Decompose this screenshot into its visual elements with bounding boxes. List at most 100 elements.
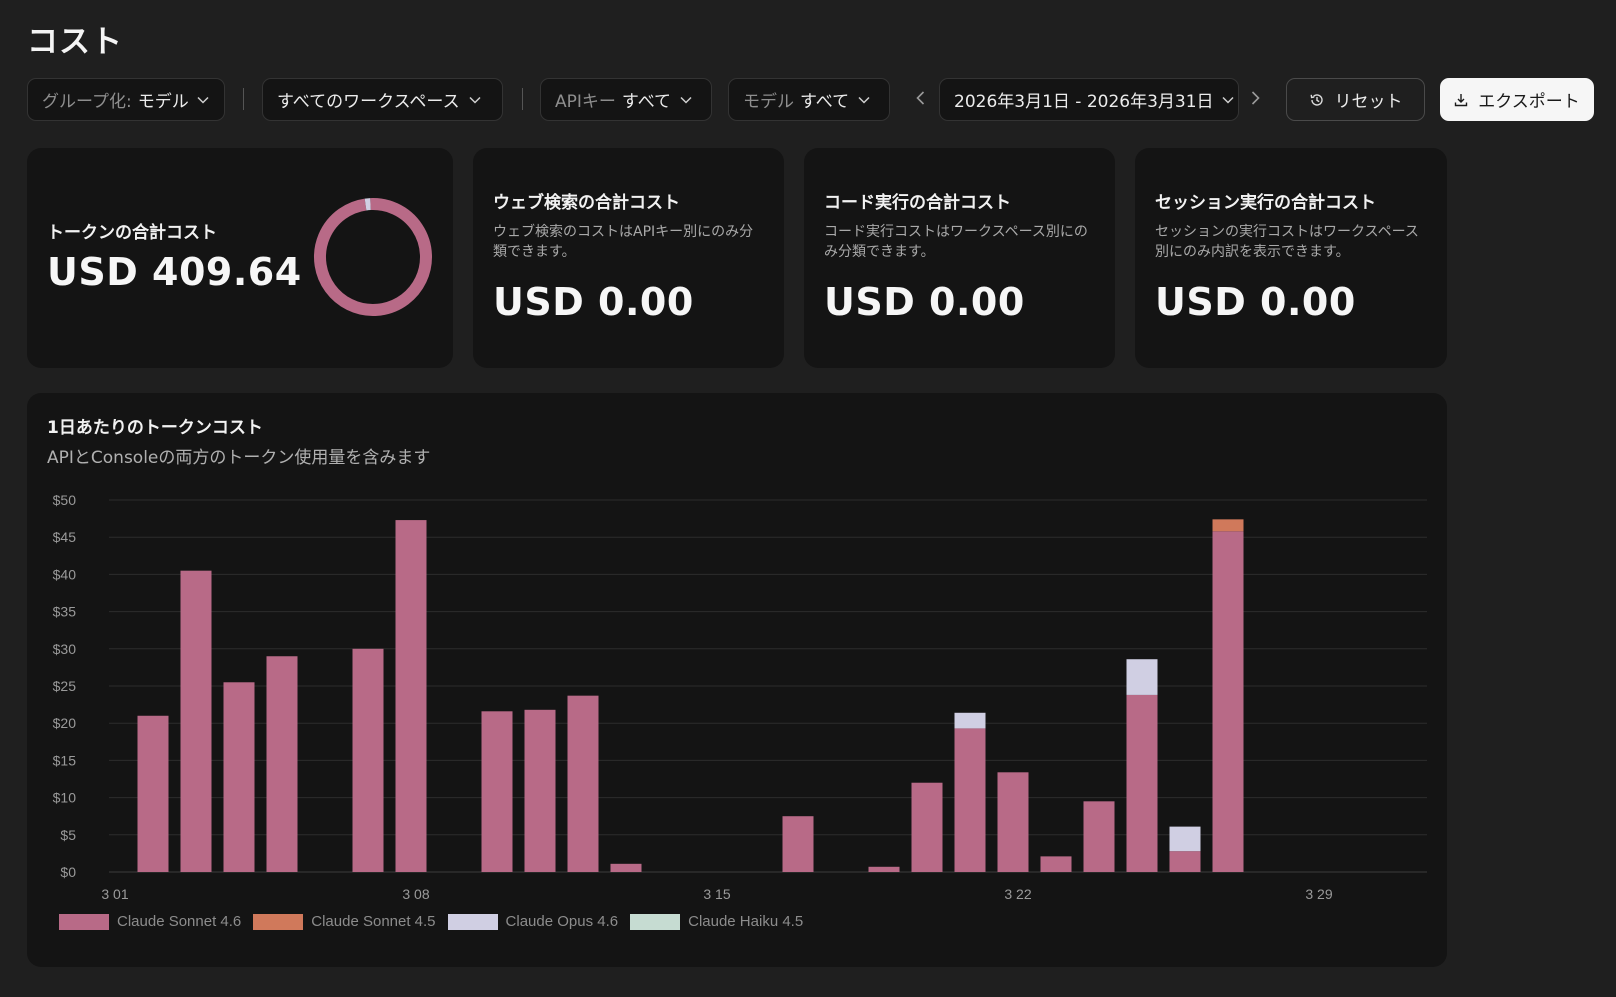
token-cost-value: USD 409.64	[47, 250, 302, 294]
bar-segment[interactable]	[1126, 694, 1158, 872]
toolbar-divider	[522, 88, 523, 110]
bar-segment[interactable]	[223, 682, 255, 872]
bar-segment[interactable]	[180, 570, 212, 872]
code-execution-value: USD 0.00	[824, 280, 1025, 324]
legend-item[interactable]: Claude Sonnet 4.5	[253, 913, 436, 930]
toolbar-divider	[243, 88, 244, 110]
legend-item[interactable]: Claude Haiku 4.5	[630, 913, 803, 930]
y-tick-label: $35	[53, 604, 77, 620]
chart-subtitle: APIとConsoleの両方のトークン使用量を含みます	[47, 448, 431, 468]
legend-label: Claude Sonnet 4.5	[311, 913, 436, 930]
chevron-right-icon	[1251, 90, 1260, 109]
reset-button[interactable]: リセット	[1286, 78, 1425, 121]
legend-swatch	[253, 913, 304, 930]
filter-toolbar: グループ化: モデル すべてのワークスペース APIキー すべて モデル すべて…	[27, 78, 1597, 123]
x-tick-label: 3 29	[1305, 886, 1332, 902]
bar-segment[interactable]	[1126, 659, 1158, 695]
bar-segment[interactable]	[137, 715, 169, 872]
token-cost-title: トークンの合計コスト	[47, 223, 217, 243]
export-button[interactable]: エクスポート	[1440, 78, 1594, 121]
bar-segment[interactable]	[352, 648, 384, 872]
code-execution-description: コード実行コストはワークスペース別にのみ分類できます。	[824, 224, 1088, 260]
web-search-title: ウェブ検索の合計コスト	[493, 193, 680, 213]
bar-segment[interactable]	[1212, 519, 1244, 532]
session-execution-title: セッション実行の合計コスト	[1155, 193, 1376, 213]
web-search-cost-card: ウェブ検索の合計コスト ウェブ検索のコストはAPIキー別にのみ分類できます。 U…	[473, 148, 784, 368]
session-execution-cost-card: セッション実行の合計コスト セッションの実行コストはワークスペース別にのみ内訳を…	[1135, 148, 1447, 368]
y-tick-label: $50	[53, 492, 77, 508]
legend-label: Claude Sonnet 4.6	[117, 913, 242, 930]
workspace-dropdown[interactable]: すべてのワークスペース	[262, 78, 503, 121]
bar-segment[interactable]	[997, 772, 1029, 872]
model-dropdown[interactable]: モデル すべて	[728, 78, 890, 121]
legend-item[interactable]: Claude Sonnet 4.6	[59, 913, 241, 930]
api-key-label: APIキー	[555, 92, 616, 112]
group-by-value: モデル	[137, 92, 189, 112]
model-label: モデル	[743, 92, 794, 112]
model-share-donut	[314, 198, 432, 316]
code-execution-title: コード実行の合計コスト	[824, 193, 1011, 213]
history-icon	[1309, 92, 1325, 108]
bar-segment[interactable]	[1040, 856, 1072, 872]
next-period-button[interactable]	[1245, 78, 1265, 121]
reset-label: リセット	[1334, 92, 1403, 112]
legend-swatch	[447, 913, 498, 930]
y-tick-label: $25	[53, 678, 77, 694]
bar-segment[interactable]	[524, 709, 556, 872]
legend-swatch	[630, 913, 681, 930]
chevron-down-icon	[197, 93, 210, 107]
previous-period-button[interactable]	[910, 78, 930, 121]
bar-segment[interactable]	[954, 728, 986, 872]
legend-item[interactable]: Claude Opus 4.6	[447, 913, 619, 930]
session-execution-value: USD 0.00	[1155, 280, 1356, 324]
chevron-down-icon	[1222, 93, 1234, 107]
chevron-down-icon	[679, 93, 693, 107]
x-tick-label: 3 01	[101, 886, 128, 902]
chart-bars	[137, 519, 1244, 872]
x-tick-label: 3 22	[1004, 886, 1031, 902]
x-tick-label: 3 15	[703, 886, 730, 902]
y-tick-label: $45	[53, 529, 77, 545]
y-tick-label: $15	[53, 752, 77, 768]
bar-segment[interactable]	[481, 711, 513, 872]
api-key-value: すべて	[621, 92, 672, 112]
y-tick-label: $10	[53, 790, 77, 806]
bar-segment[interactable]	[1083, 801, 1115, 872]
bar-segment[interactable]	[1169, 826, 1201, 852]
page-title: コスト	[27, 24, 123, 60]
bar-segment[interactable]	[395, 520, 427, 872]
group-by-label: グループ化:	[42, 92, 132, 112]
group-by-dropdown[interactable]: グループ化: モデル	[27, 78, 225, 121]
donut-segment	[314, 198, 432, 316]
chart-title: 1日あたりのトークンコスト	[47, 418, 263, 438]
token-cost-card: トークンの合計コスト USD 409.64	[27, 148, 453, 368]
bar-segment[interactable]	[610, 863, 642, 872]
daily-token-cost-chart: $0 $5 $10 $15 $20 $25 $30 $35 $40 $45 $50 3 01 3 08 3…	[53, 492, 1427, 902]
date-range-picker[interactable]: 2026年3月1日 - 2026年3月31日	[939, 78, 1239, 121]
web-search-value: USD 0.00	[493, 280, 694, 324]
chevron-down-icon	[468, 93, 482, 107]
bar-segment[interactable]	[1212, 531, 1244, 872]
bar-segment[interactable]	[868, 866, 900, 872]
model-value: すべて	[800, 92, 850, 112]
bar-segment[interactable]	[954, 712, 986, 729]
code-execution-cost-card: コード実行の合計コスト コード実行コストはワークスペース別にのみ分類できます。 …	[804, 148, 1115, 368]
bar-segment[interactable]	[266, 656, 298, 872]
legend-label: Claude Opus 4.6	[505, 913, 619, 930]
chevron-down-icon	[857, 93, 871, 107]
bar-segment[interactable]	[1169, 851, 1201, 872]
y-tick-label: $20	[53, 715, 77, 731]
workspace-value: すべてのワークスペース	[277, 92, 460, 112]
bar-segment[interactable]	[567, 695, 599, 872]
download-icon	[1454, 93, 1468, 107]
y-tick-label: $5	[60, 827, 76, 843]
date-range-value: 2026年3月1日 - 2026年3月31日	[954, 92, 1214, 112]
legend-swatch	[59, 913, 109, 930]
daily-token-cost-chart-card: $0 $5 $10 $15 $20 $25 $30 $35 $40 $45 $50 3 01 3 08 3…	[27, 393, 1447, 967]
bar-segment[interactable]	[782, 816, 814, 872]
y-tick-label: $0	[60, 864, 76, 880]
api-key-dropdown[interactable]: APIキー すべて	[540, 78, 712, 121]
session-execution-description: セッションの実行コストはワークスペース別にのみ内訳を表示できます。	[1155, 224, 1419, 260]
bar-segment[interactable]	[911, 782, 943, 872]
export-label: エクスポート	[1478, 92, 1580, 112]
